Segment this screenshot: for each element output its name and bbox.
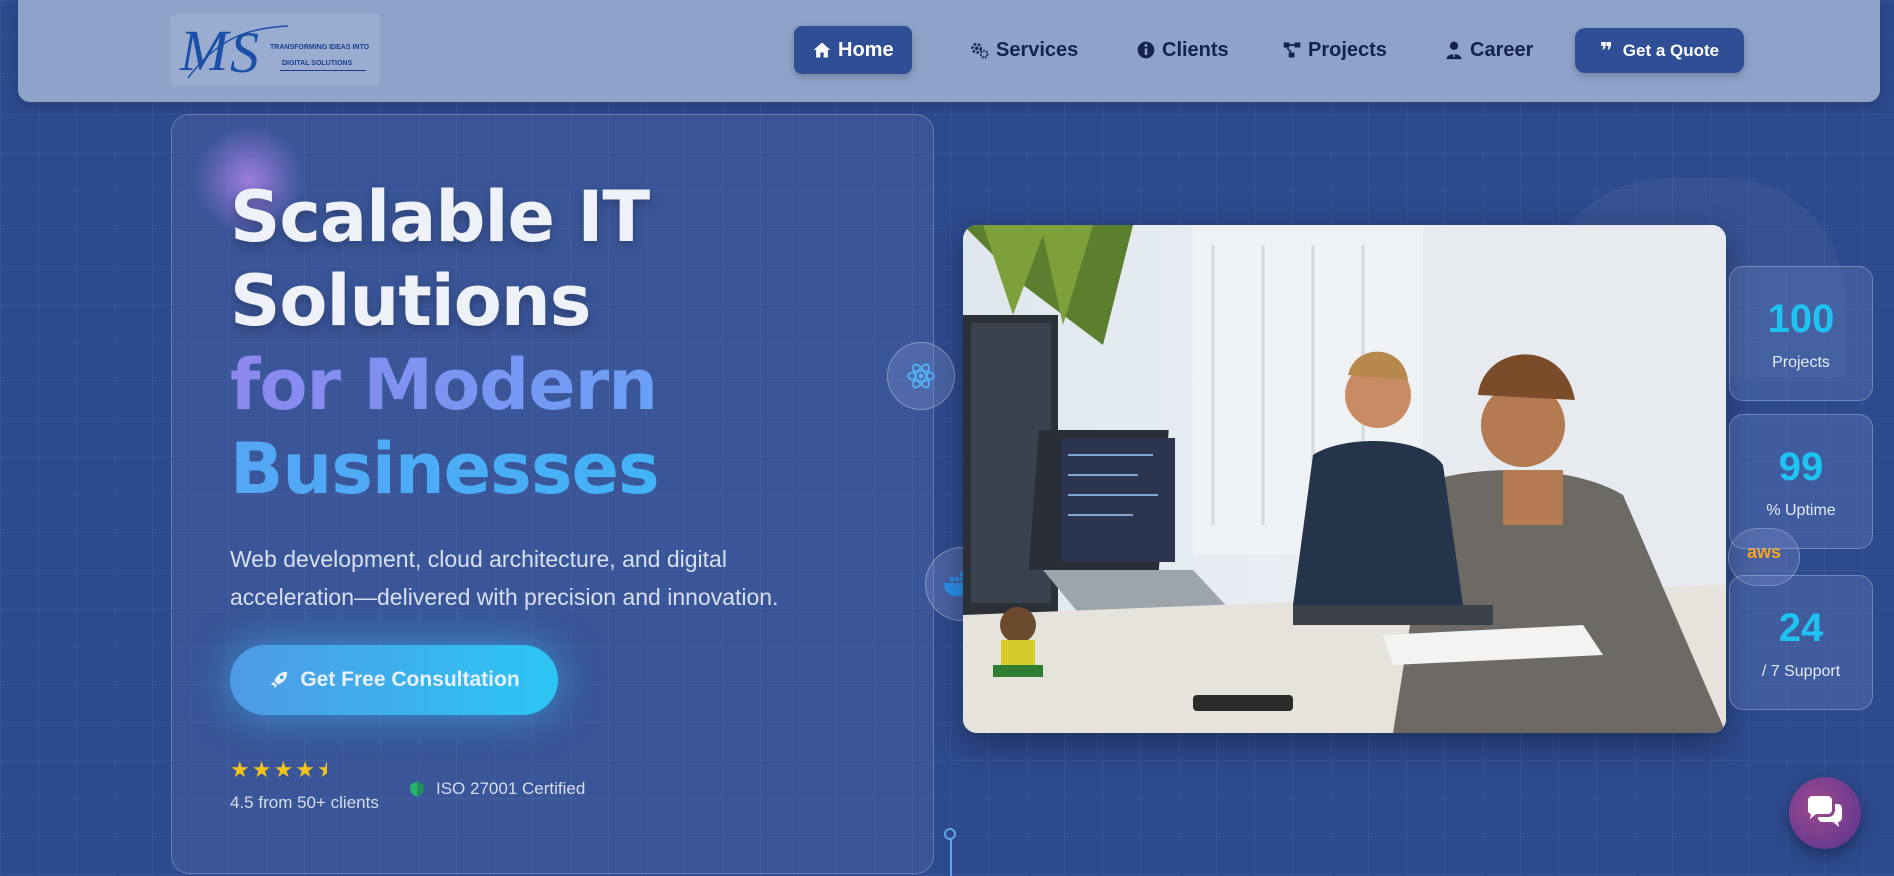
connector-dot bbox=[944, 828, 956, 840]
headline-line-3: for Modern bbox=[230, 344, 658, 426]
half-star-icon: ★ bbox=[316, 757, 337, 782]
team-photo bbox=[963, 225, 1726, 733]
stat-uptime-label: % Uptime bbox=[1766, 502, 1836, 519]
nav-projects[interactable]: Projects bbox=[1264, 26, 1405, 74]
office-workers-image bbox=[963, 225, 1726, 733]
logo-tagline-2: DIGITAL SOLUTIONS bbox=[282, 60, 353, 67]
user-tie-icon bbox=[1446, 41, 1462, 60]
svg-text:M: M bbox=[179, 18, 231, 82]
hero-subtext-line-1: Web development, cloud architecture, and… bbox=[230, 546, 727, 572]
nav-clients[interactable]: Clients bbox=[1118, 26, 1247, 74]
hero-card: Scalable IT Solutions for Modern Busines… bbox=[171, 114, 934, 874]
stat-support: 24 / 7 Support bbox=[1729, 575, 1873, 710]
nav-home[interactable]: Home bbox=[794, 26, 912, 74]
react-badge bbox=[887, 342, 955, 410]
quote-icon: ❞ bbox=[1599, 37, 1613, 63]
get-quote-button[interactable]: ❞ Get a Quote bbox=[1575, 28, 1744, 73]
stat-projects-label: Projects bbox=[1772, 354, 1830, 371]
rating-text: 4.5 from 50+ clients bbox=[230, 793, 379, 812]
get-quote-label: Get a Quote bbox=[1622, 40, 1720, 60]
rocket-icon bbox=[271, 671, 288, 689]
logo-underline bbox=[280, 70, 366, 71]
star-icon: ★ bbox=[230, 757, 250, 782]
stat-uptime: 99 % Uptime bbox=[1729, 414, 1873, 549]
chat-button[interactable] bbox=[1789, 777, 1861, 849]
free-consultation-button[interactable]: Get Free Consultation bbox=[230, 645, 558, 715]
stat-projects: 100 Projects bbox=[1729, 266, 1873, 401]
nav-career-label: Career bbox=[1470, 38, 1534, 61]
headline-line-1: Scalable IT bbox=[230, 176, 650, 258]
shield-icon bbox=[410, 781, 424, 797]
react-icon bbox=[907, 363, 935, 389]
hero-subtext: Web development, cloud architecture, and… bbox=[230, 540, 850, 616]
star-icon: ★ bbox=[273, 757, 294, 782]
svg-text:S: S bbox=[230, 20, 259, 82]
stat-support-label: / 7 Support bbox=[1761, 663, 1841, 680]
diagram-icon bbox=[1283, 42, 1301, 58]
hero-subtext-line-2: acceleration—delivered with precision an… bbox=[230, 584, 779, 610]
iso-certification: ISO 27001 Certified bbox=[408, 779, 585, 799]
nav-services-label: Services bbox=[996, 38, 1079, 61]
stat-projects-value: 100 bbox=[1767, 297, 1835, 341]
star-icon: ★ bbox=[251, 757, 272, 782]
nav-home-label: Home bbox=[838, 38, 894, 61]
stat-uptime-value: 99 bbox=[1778, 445, 1824, 489]
free-consultation-label: Get Free Consultation bbox=[300, 668, 520, 691]
stat-support-value: 24 bbox=[1778, 606, 1824, 650]
headline-line-2: Solutions bbox=[230, 260, 591, 342]
nav-career[interactable]: Career bbox=[1426, 26, 1551, 74]
logo-tagline-1: TRANSFORMING IDEAS INTO bbox=[270, 44, 370, 51]
star-icon: ★ bbox=[295, 757, 315, 782]
info-icon bbox=[1137, 41, 1155, 59]
nav-projects-label: Projects bbox=[1308, 38, 1387, 61]
home-icon bbox=[813, 42, 831, 58]
nav-services[interactable]: Services bbox=[952, 26, 1096, 74]
company-logo[interactable]: M S TRANSFORMING IDEAS INTO DIGITAL SOLU… bbox=[170, 14, 380, 86]
top-navbar: M S TRANSFORMING IDEAS INTO DIGITAL SOLU… bbox=[18, 0, 1880, 102]
headline-line-4: Businesses bbox=[230, 428, 660, 510]
iso-label: ISO 27001 Certified bbox=[436, 779, 586, 798]
hero-headline: Scalable IT Solutions for Modern Busines… bbox=[230, 175, 660, 511]
chat-bubbles-icon bbox=[1808, 796, 1842, 827]
rating-stars: ★ ★ ★ ★ ★ bbox=[230, 759, 337, 781]
nav-clients-label: Clients bbox=[1162, 38, 1229, 61]
gears-icon bbox=[971, 42, 989, 59]
